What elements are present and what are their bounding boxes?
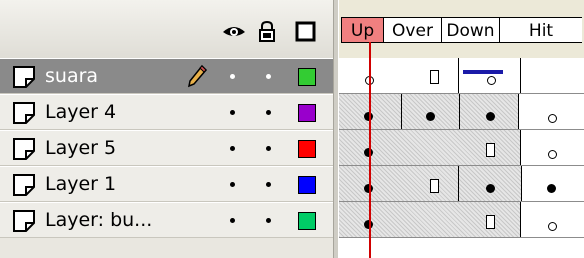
timeline-row-suara[interactable] <box>339 58 584 94</box>
layer-name: Layer 4 <box>45 101 117 123</box>
visibility-toggle[interactable] <box>230 218 235 223</box>
layer-name: Layer: bu... <box>45 209 153 231</box>
layer-panel: suara Layer 4 Layer 5 Layer 1 Layer: bu.… <box>0 0 333 258</box>
outline-color-swatch[interactable] <box>298 176 316 194</box>
visibility-toggle[interactable] <box>230 146 235 151</box>
frame-label-over[interactable]: Over <box>384 17 442 43</box>
end-frame[interactable] <box>486 215 495 229</box>
layer-name: suara <box>45 65 99 87</box>
frame-span[interactable] <box>339 58 459 93</box>
keyframe[interactable] <box>486 184 495 193</box>
timeline-row-layer-4[interactable] <box>339 94 584 130</box>
timeline-row-layer-5[interactable] <box>339 130 584 166</box>
layer-row-layer-4[interactable]: Layer 4 <box>0 94 333 130</box>
layer-icon <box>13 174 35 196</box>
lock-toggle[interactable] <box>266 74 271 79</box>
frame-header: Up Over Down Hit <box>339 0 584 58</box>
visibility-toggle[interactable] <box>230 182 235 187</box>
keyframe[interactable] <box>547 184 556 193</box>
layer-row-layer-5[interactable]: Layer 5 <box>0 130 333 166</box>
lock-icon[interactable] <box>255 20 279 42</box>
layer-row-layer-1[interactable]: Layer 1 <box>0 166 333 202</box>
timeline-row-layer-1[interactable] <box>339 166 584 202</box>
empty-keyframe[interactable] <box>487 76 496 85</box>
layer-icon <box>13 138 35 160</box>
layer-icon <box>13 102 35 124</box>
lock-toggle[interactable] <box>266 110 271 115</box>
empty-keyframe[interactable] <box>548 222 557 231</box>
outline-color-swatch[interactable] <box>298 68 316 86</box>
visibility-toggle[interactable] <box>230 74 235 79</box>
outline-color-swatch[interactable] <box>298 104 316 122</box>
outline-icon[interactable] <box>294 20 318 42</box>
empty-keyframe[interactable] <box>548 114 557 123</box>
end-frame[interactable] <box>430 179 439 193</box>
playhead[interactable] <box>369 42 371 258</box>
selected-frames-marker <box>463 70 503 74</box>
timeline-frames: Up Over Down Hit <box>339 0 584 258</box>
timeline-row-layer-bu[interactable] <box>339 202 584 238</box>
eye-icon[interactable] <box>222 20 246 42</box>
lock-toggle[interactable] <box>266 182 271 187</box>
lock-toggle[interactable] <box>266 146 271 151</box>
visibility-toggle[interactable] <box>230 110 235 115</box>
empty-keyframe[interactable] <box>548 150 557 159</box>
layer-name: Layer 5 <box>45 137 117 159</box>
frame-label-hit[interactable]: Hit <box>500 17 582 43</box>
keyframe[interactable] <box>486 112 495 121</box>
keyframe[interactable] <box>426 112 435 121</box>
end-frame[interactable] <box>430 70 439 84</box>
pencil-icon <box>187 64 208 88</box>
frame-label-up[interactable]: Up <box>341 17 384 43</box>
outline-color-swatch[interactable] <box>298 140 316 158</box>
layer-icon <box>13 66 35 88</box>
layer-row-suara[interactable]: suara <box>0 58 333 94</box>
layer-name: Layer 1 <box>45 173 117 195</box>
frame-label-down[interactable]: Down <box>442 17 500 43</box>
lock-toggle[interactable] <box>266 218 271 223</box>
outline-color-swatch[interactable] <box>298 212 316 230</box>
flash-timeline-panel: suara Layer 4 Layer 5 Layer 1 Layer: bu.… <box>0 0 584 258</box>
frame-span[interactable] <box>339 166 459 201</box>
layer-icon <box>13 210 35 232</box>
end-frame[interactable] <box>486 143 495 157</box>
layer-row-layer-bu[interactable]: Layer: bu... <box>0 202 333 238</box>
layer-panel-header <box>0 0 333 58</box>
